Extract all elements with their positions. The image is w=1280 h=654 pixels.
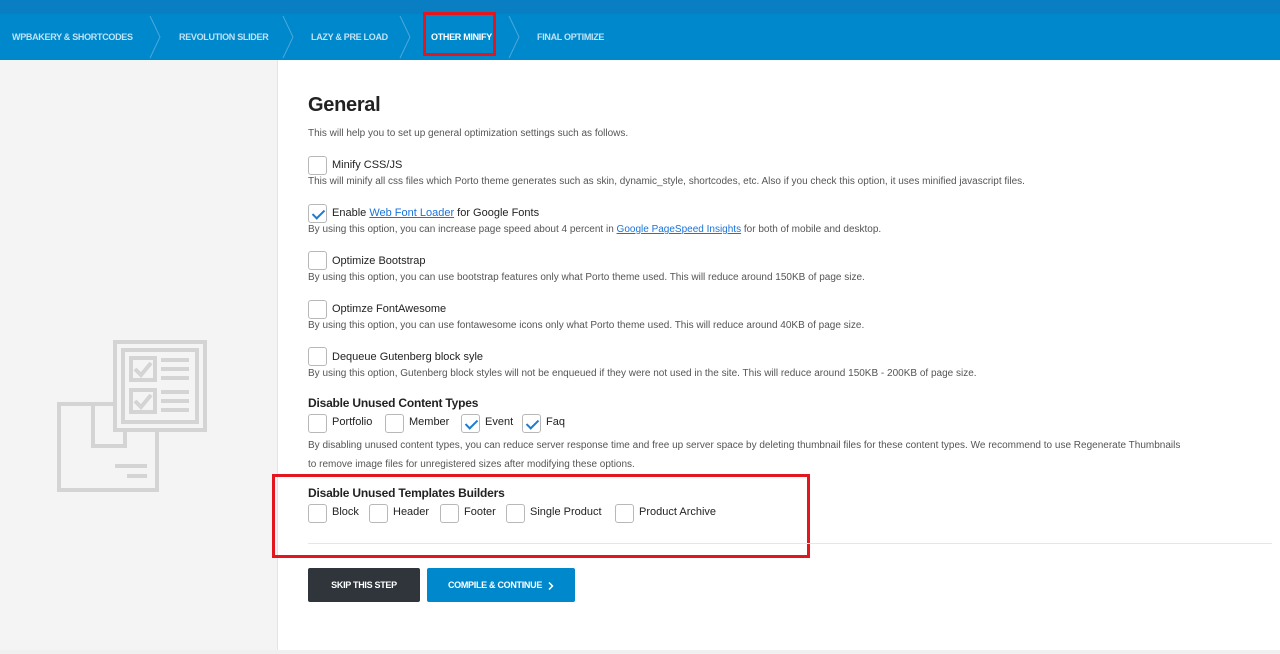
web-font-loader-checkbox[interactable] <box>308 204 327 223</box>
content-types-title: Disable Unused Content Types <box>308 396 479 410</box>
optimize-bootstrap-checkbox[interactable] <box>308 251 327 270</box>
option-label: Minify CSS/JS <box>332 159 403 171</box>
skip-step-label: SKIP THIS STEP <box>331 580 397 590</box>
step-final-optimize[interactable]: FINAL OPTIMIZE <box>537 14 604 60</box>
checklist-box-icon <box>55 336 215 501</box>
step-separator-icon <box>281 14 295 60</box>
step-wpbakery[interactable]: WPBAKERY & SHORTCODES <box>12 14 133 60</box>
option-label: Event <box>485 416 514 428</box>
option-desc: This will minify all css files which Por… <box>308 176 1025 187</box>
minify-checkbox[interactable] <box>308 156 327 175</box>
option-label: Optimize Bootstrap <box>332 255 426 267</box>
step-lazy-preload[interactable]: LAZY & PRE LOAD <box>311 14 388 60</box>
event-checkbox[interactable] <box>461 414 480 433</box>
web-font-loader-link[interactable]: Web Font Loader <box>369 207 454 219</box>
portfolio-checkbox[interactable] <box>308 414 327 433</box>
compile-continue-label: COMPILE & CONTINUE <box>447 580 543 590</box>
step-separator-icon <box>148 14 162 60</box>
option-label-text: for Google Fonts <box>454 207 540 219</box>
option-label: Dequeue Gutenberg block syle <box>332 351 484 363</box>
compile-continue-button[interactable]: COMPILE & CONTINUE <box>427 568 575 602</box>
step-separator-icon <box>507 14 521 60</box>
active-step-highlight <box>423 12 496 56</box>
dequeue-gutenberg-checkbox[interactable] <box>308 347 327 366</box>
option-label-text: Enable <box>332 207 370 219</box>
option-desc-text: By using this option, you can increase p… <box>308 224 617 235</box>
member-checkbox[interactable] <box>385 414 404 433</box>
option-label: Faq <box>546 416 565 428</box>
step-separator-icon <box>398 14 412 60</box>
page-title: General <box>308 94 381 116</box>
content-types-desc-line: By disabling unused content types, you c… <box>308 440 1181 451</box>
option-desc-text: for both of mobile and desktop. <box>741 224 882 235</box>
divider <box>308 543 1272 544</box>
intro-text: This will help you to set up general opt… <box>308 128 629 139</box>
option-desc: By using this option, you can use bootst… <box>308 272 865 283</box>
chevron-right-icon <box>548 580 554 590</box>
option-desc: By using this option, you can increase p… <box>308 224 881 235</box>
templates-highlight <box>272 474 810 558</box>
option-label: Member <box>409 416 450 428</box>
faq-checkbox[interactable] <box>522 414 541 433</box>
content-types-desc: By disabling unused content types, you c… <box>308 436 1273 474</box>
option-desc: By using this option, you can use fontaw… <box>308 320 865 331</box>
option-desc: By using this option, Gutenberg block st… <box>308 368 977 379</box>
option-label: Enable Web Font Loader for Google Fonts <box>332 207 539 219</box>
option-label: Portfolio <box>332 416 373 428</box>
step-revolution-slider[interactable]: REVOLUTION SLIDER <box>179 14 269 60</box>
option-label: Optimze FontAwesome <box>332 303 447 315</box>
skip-step-button[interactable]: SKIP THIS STEP <box>308 568 420 602</box>
pagespeed-insights-link[interactable]: Google PageSpeed Insights <box>617 224 742 235</box>
left-panel <box>0 60 278 654</box>
footer-edge <box>0 650 1280 654</box>
optimize-fontawesome-checkbox[interactable] <box>308 300 327 319</box>
content-types-desc-line: to remove image files for unregistered s… <box>308 459 635 470</box>
